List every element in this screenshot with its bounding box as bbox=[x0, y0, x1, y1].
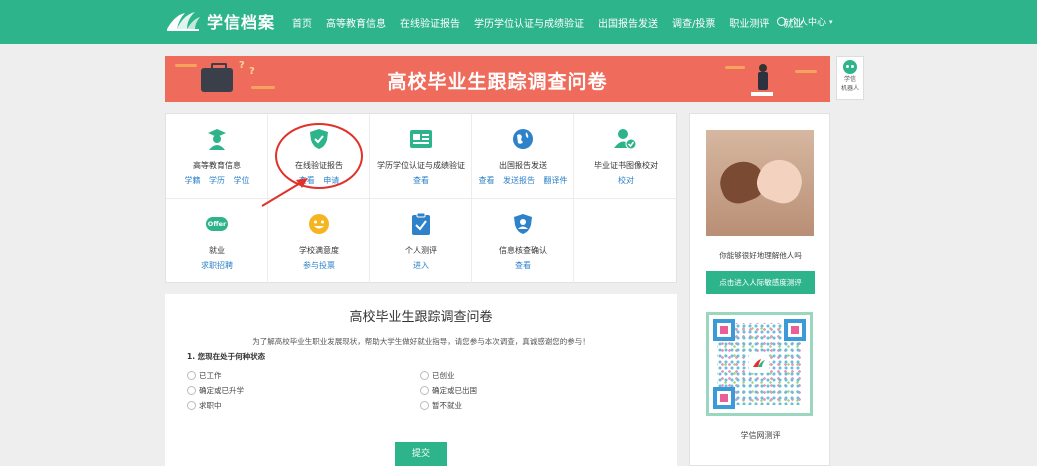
link-xueli[interactable]: 学历 bbox=[209, 176, 225, 185]
option-label: 求职中 bbox=[199, 401, 222, 410]
survey-form: 高校毕业生跟踪调查问卷 为了解高校毕业生职业发展现状，帮助大学生做好就业指导，请… bbox=[165, 294, 677, 466]
graduate-icon bbox=[206, 128, 228, 150]
link-xuewei[interactable]: 学位 bbox=[234, 176, 250, 185]
link-view[interactable]: 查看 bbox=[515, 261, 531, 270]
top-navbar: 学信档案 首页 高等教育信息 在线验证报告 学历学位认证与成绩验证 出国报告发送… bbox=[0, 0, 1037, 44]
smiley-icon bbox=[308, 213, 330, 235]
link-enter[interactable]: 进入 bbox=[413, 261, 429, 270]
link-view[interactable]: 查看 bbox=[413, 176, 429, 185]
user-icon bbox=[777, 17, 786, 26]
link-send-report[interactable]: 发送报告 bbox=[503, 176, 535, 185]
globe-icon bbox=[512, 128, 534, 150]
link-view[interactable]: 查看 bbox=[478, 176, 494, 185]
radio-button[interactable] bbox=[420, 401, 429, 410]
offer-badge: Offer bbox=[206, 217, 228, 231]
link-translation[interactable]: 翻译件 bbox=[544, 176, 568, 185]
services-grid: 高等教育信息 学籍 学历 学位 在线验证报告 查看 申请 学历学位认证与成绩验证… bbox=[165, 113, 678, 284]
verify-badge-icon bbox=[512, 213, 534, 235]
option-label: 确定或已升学 bbox=[199, 386, 244, 395]
robot-label-2: 机器人 bbox=[840, 85, 859, 92]
option-label: 暂不就业 bbox=[432, 401, 462, 410]
service-higher-education[interactable]: 高等教育信息 学籍 学历 学位 bbox=[166, 114, 268, 199]
service-empty-slot bbox=[574, 199, 678, 284]
radio-button[interactable] bbox=[420, 371, 429, 380]
nav-career-assessment[interactable]: 职业测评 bbox=[729, 15, 769, 30]
service-title: 就业 bbox=[209, 246, 225, 255]
service-title: 学校满意度 bbox=[299, 246, 339, 255]
service-personal-assessment[interactable]: 个人测评 进入 bbox=[370, 199, 472, 284]
main-nav: 首页 高等教育信息 在线验证报告 学历学位认证与成绩验证 出国报告发送 调查/投… bbox=[292, 0, 817, 44]
qr-finder bbox=[713, 387, 735, 409]
radio-button[interactable] bbox=[187, 371, 196, 380]
assistant-robot[interactable]: 学信 机器人 bbox=[836, 56, 864, 100]
radio-button[interactable] bbox=[187, 386, 196, 395]
service-degree-certification[interactable]: 学历学位认证与成绩验证 查看 bbox=[370, 114, 472, 199]
link-vote[interactable]: 参与投票 bbox=[303, 261, 335, 270]
option-further-study[interactable]: 确定或已升学 bbox=[187, 385, 244, 396]
service-title: 高等教育信息 bbox=[193, 161, 241, 170]
service-employment[interactable]: Offer 就业 求职招聘 bbox=[166, 199, 268, 284]
qr-finder bbox=[784, 319, 806, 341]
service-title: 信息核查确认 bbox=[499, 246, 547, 255]
link-xueji[interactable]: 学籍 bbox=[184, 176, 200, 185]
option-label: 已创业 bbox=[432, 371, 455, 380]
option-abroad[interactable]: 确定或已出国 bbox=[420, 385, 477, 396]
survey-intro: 为了解高校毕业生职业发展现状，帮助大学生做好就业指导，请您参与本次调查，真诚感谢… bbox=[252, 337, 590, 346]
qr-logo-icon bbox=[749, 353, 769, 373]
user-center-menu[interactable]: 个人中心 ▾ bbox=[777, 15, 833, 28]
link-proofread[interactable]: 校对 bbox=[618, 176, 634, 185]
clipboard-check-icon bbox=[410, 213, 432, 235]
option-not-employed[interactable]: 暂不就业 bbox=[420, 400, 462, 411]
nav-degree-certification[interactable]: 学历学位认证与成绩验证 bbox=[474, 15, 584, 30]
radio-button[interactable] bbox=[420, 386, 429, 395]
option-job-seeking[interactable]: 求职中 bbox=[187, 400, 222, 411]
radio-button[interactable] bbox=[187, 401, 196, 410]
link-job-search[interactable]: 求职招聘 bbox=[201, 261, 233, 270]
annotation-arrow-icon bbox=[261, 178, 308, 207]
offer-icon: Offer bbox=[206, 213, 228, 235]
robot-label-1: 学信 bbox=[843, 76, 856, 83]
nav-higher-education[interactable]: 高等教育信息 bbox=[326, 15, 386, 30]
service-school-satisfaction[interactable]: 学校满意度 参与投票 bbox=[268, 199, 370, 284]
robot-icon bbox=[843, 60, 857, 74]
sensitivity-test-button[interactable]: 点击进入人际敏感度测评 bbox=[706, 271, 815, 294]
site-logo[interactable]: 学信档案 bbox=[165, 9, 275, 33]
heart-hands-image[interactable] bbox=[706, 130, 814, 236]
side-caption: 你能够很好地理解他人吗 bbox=[719, 251, 802, 260]
side-panel: 你能够很好地理解他人吗 点击进入人际敏感度测评 学信网测评 bbox=[689, 113, 830, 466]
book-logo-icon bbox=[167, 12, 200, 31]
chevron-down-icon: ▾ bbox=[829, 17, 833, 26]
nav-survey-vote[interactable]: 调查/投票 bbox=[672, 15, 715, 30]
certificate-icon bbox=[410, 128, 432, 150]
service-title: 出国报告发送 bbox=[499, 161, 547, 170]
qr-code bbox=[706, 312, 813, 416]
qr-finder bbox=[713, 319, 735, 341]
option-label: 确定或已出国 bbox=[432, 386, 477, 395]
survey-question: 1. 您现在处于何种状态 bbox=[187, 352, 266, 361]
service-diploma-proofread[interactable]: 毕业证书图像校对 校对 bbox=[574, 114, 678, 199]
service-info-verification[interactable]: 信息核查确认 查看 bbox=[472, 199, 574, 284]
nav-overseas-report[interactable]: 出国报告发送 bbox=[598, 15, 658, 30]
nav-home[interactable]: 首页 bbox=[292, 15, 312, 30]
submit-button[interactable]: 提交 bbox=[395, 442, 447, 466]
service-overseas-report[interactable]: 出国报告发送 查看 发送报告 翻译件 bbox=[472, 114, 574, 199]
user-center-label: 个人中心 bbox=[790, 18, 827, 28]
option-employed[interactable]: 已工作 bbox=[187, 370, 222, 381]
service-title: 学历学位认证与成绩验证 bbox=[377, 161, 465, 170]
option-entrepreneur[interactable]: 已创业 bbox=[420, 370, 455, 381]
graduate-figure-icon bbox=[751, 62, 773, 96]
nav-online-verification[interactable]: 在线验证报告 bbox=[400, 15, 460, 30]
survey-title: 高校毕业生跟踪调查问卷 bbox=[349, 310, 493, 325]
qr-label: 学信网测评 bbox=[740, 431, 781, 440]
service-title: 个人测评 bbox=[405, 246, 437, 255]
survey-banner[interactable]: ? ? 高校毕业生跟踪调查问卷 bbox=[165, 56, 830, 102]
service-title: 毕业证书图像校对 bbox=[594, 161, 658, 170]
option-label: 已工作 bbox=[199, 371, 222, 380]
banner-title: 高校毕业生跟踪调查问卷 bbox=[387, 71, 608, 93]
logo-text: 学信档案 bbox=[207, 13, 276, 32]
user-check-icon bbox=[614, 128, 636, 150]
